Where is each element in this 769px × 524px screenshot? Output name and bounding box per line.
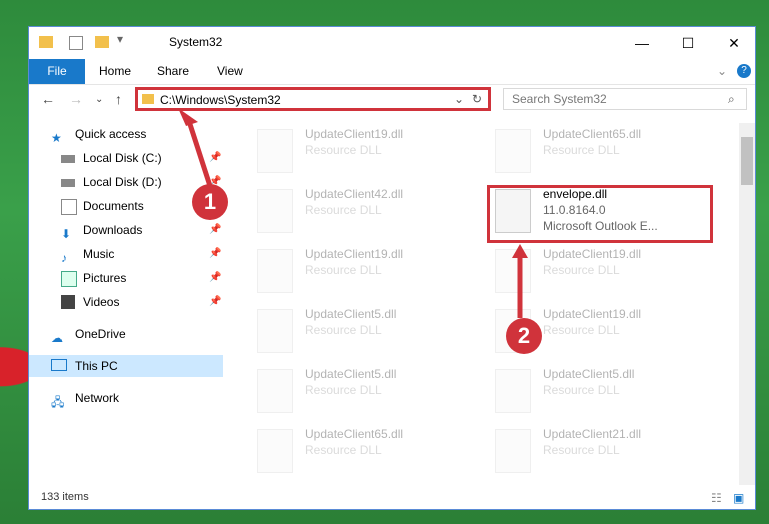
annotation-badge-2: 2 [506, 318, 542, 354]
arrow-1 [185, 117, 213, 187]
arrow-2-head [512, 244, 528, 258]
annotation-badge-1: 1 [192, 184, 228, 220]
annotation-arrows [178, 108, 528, 318]
arrow-1-head [178, 108, 198, 126]
